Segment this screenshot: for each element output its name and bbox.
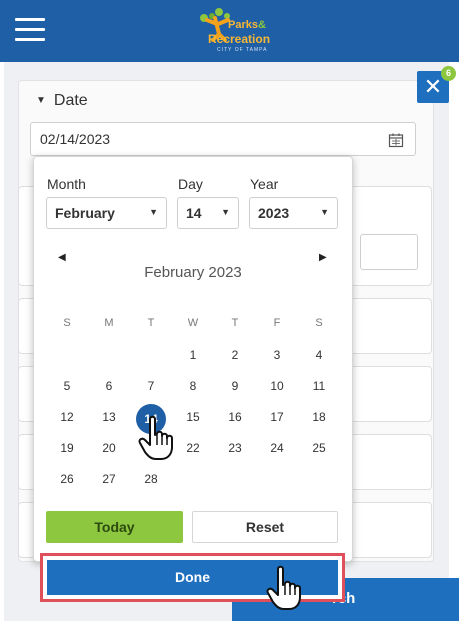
calendar-grid: SMTWTFS 12345678910111213141516171819202…: [46, 309, 340, 495]
calendar-day[interactable]: 23: [214, 441, 256, 455]
calendar-month-title: February 2023: [144, 264, 242, 281]
logo-parks-text: Parks&: [228, 19, 266, 31]
calendar-day[interactable]: 9: [214, 379, 256, 393]
next-month-icon[interactable]: ▶: [319, 252, 327, 263]
calendar-week-row: 19202122232425: [46, 433, 340, 464]
reset-button[interactable]: Reset: [192, 511, 338, 543]
month-select-value: February: [55, 205, 115, 221]
calendar-week-row: 12131415161718: [46, 402, 340, 434]
calendar-day[interactable]: 5: [46, 379, 88, 393]
weekday-label: S: [63, 317, 71, 329]
today-button-label: Today: [94, 519, 135, 535]
weekday-label: M: [104, 317, 114, 329]
filter-input[interactable]: [360, 234, 418, 270]
calendar-day[interactable]: 26: [46, 472, 88, 486]
chevron-down-icon: ▼: [221, 207, 230, 217]
year-select[interactable]: 2023 ▼: [249, 197, 338, 229]
day-label: Day: [178, 176, 203, 192]
hand-cursor-icon: [138, 415, 173, 460]
menu-icon[interactable]: [15, 18, 45, 42]
reset-button-label: Reset: [245, 519, 285, 535]
calendar-day[interactable]: 16: [214, 410, 256, 424]
calendar-day[interactable]: 6: [88, 379, 130, 393]
chevron-down-icon: ▼: [320, 207, 329, 217]
calendar-day[interactable]: 12: [46, 410, 88, 424]
calendar-day[interactable]: 11: [298, 379, 340, 393]
weekday-label: S: [315, 317, 323, 329]
calendar-day[interactable]: 1: [172, 348, 214, 362]
calendar-day[interactable]: 3: [256, 348, 298, 362]
parks-recreation-logo[interactable]: Parks& Recreation CITY OF TAMPA: [195, 6, 285, 56]
calendar-week-row: 26 27 28: [46, 464, 340, 495]
logo-recreation-text: Recreation: [208, 32, 271, 46]
caret-down-icon: ▼: [36, 95, 46, 106]
calendar-day[interactable]: 8: [172, 379, 214, 393]
calendar-day[interactable]: 25: [298, 441, 340, 455]
previous-month-icon[interactable]: ◀: [58, 252, 66, 263]
calendar-day[interactable]: 4: [298, 348, 340, 362]
date-field-value: 02/14/2023: [40, 131, 111, 147]
calendar-day[interactable]: 20: [88, 441, 130, 455]
calendar-day[interactable]: 7: [130, 379, 172, 393]
day-select[interactable]: 14 ▼: [177, 197, 239, 229]
chevron-down-icon: ▼: [149, 207, 158, 217]
calendar-day[interactable]: 2: [214, 348, 256, 362]
filter-count-badge: 6: [441, 66, 456, 81]
weekday-label: F: [273, 317, 281, 329]
month-select[interactable]: February ▼: [46, 197, 167, 229]
calendar-day[interactable]: 28: [130, 472, 172, 486]
today-button[interactable]: Today: [46, 511, 183, 543]
calendar-day[interactable]: 22: [172, 441, 214, 455]
calendar-day[interactable]: 15: [172, 410, 214, 424]
date-section-header[interactable]: ▼ Date: [36, 92, 88, 110]
calendar-day[interactable]: 24: [256, 441, 298, 455]
weekday-label: T: [147, 317, 155, 329]
weekday-label: W: [187, 317, 199, 329]
calendar-day[interactable]: 18: [298, 410, 340, 424]
calendar-day[interactable]: 19: [46, 441, 88, 455]
weekday-label: T: [231, 317, 239, 329]
month-label: Month: [47, 176, 86, 192]
datepicker-popup: Month Day Year February ▼ 14 ▼ 2023 ▼ ◀ …: [33, 156, 353, 562]
logo-city-text: CITY OF TAMPA: [217, 47, 268, 53]
hand-cursor-icon: [266, 565, 301, 610]
calendar-week-row: 1234: [46, 340, 340, 371]
year-select-value: 2023: [258, 205, 290, 221]
calendar-week-row: 5 6 7 8 9 10 11: [46, 371, 340, 402]
calendar-day[interactable]: 10: [256, 379, 298, 393]
date-field[interactable]: 02/14/2023: [30, 122, 416, 156]
app-header: Parks& Recreation CITY OF TAMPA: [0, 0, 459, 62]
weekday-header-row: SMTWTFS: [46, 309, 340, 340]
calendar-day[interactable]: 13: [88, 410, 130, 424]
close-filters-button[interactable]: ✕ 6: [417, 66, 456, 103]
year-label: Year: [250, 176, 279, 192]
day-select-value: 14: [186, 205, 202, 221]
calendar-day[interactable]: 17: [256, 410, 298, 424]
calendar-day[interactable]: 27: [88, 472, 130, 486]
calendar-icon[interactable]: [388, 132, 404, 148]
